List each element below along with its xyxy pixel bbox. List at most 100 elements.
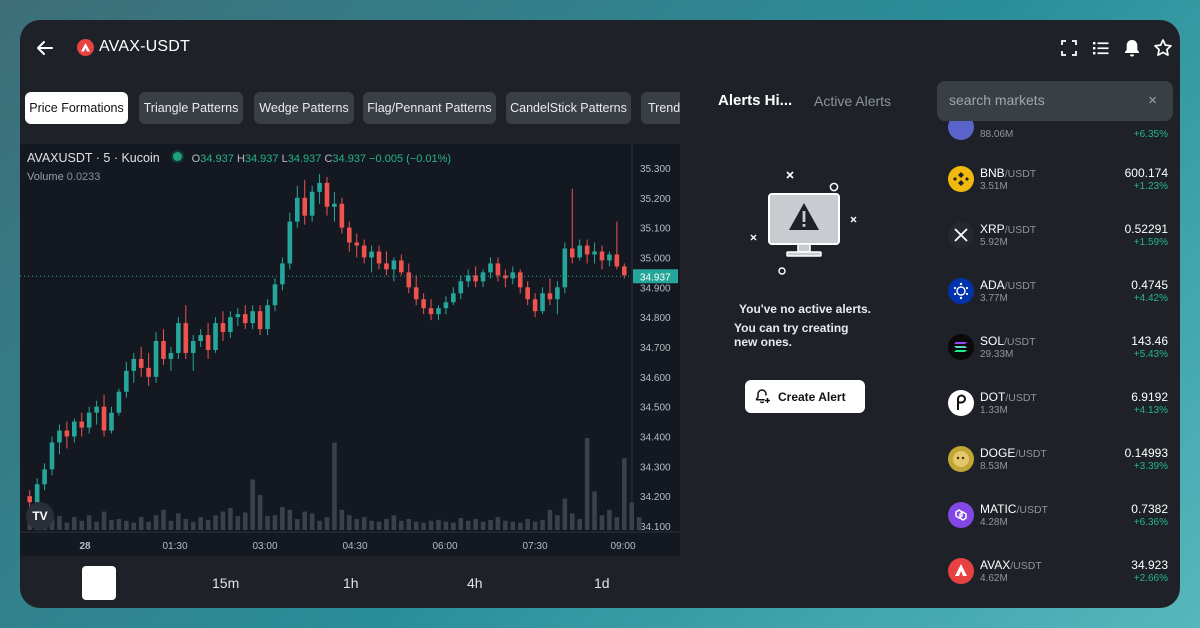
volume-bar [406, 518, 412, 530]
market-price: 0.4745 [1131, 278, 1168, 292]
tab-trendlines[interactable]: Trendl [641, 92, 680, 124]
candle-body [309, 191, 315, 216]
volume-bar [302, 511, 308, 530]
timeframe-1d[interactable]: 1d [594, 575, 610, 591]
candle-body [547, 293, 553, 300]
market-name: DOGE/USDT [980, 446, 1047, 460]
x-tick-label: 06:00 [432, 541, 457, 552]
market-change: +4.42% [1133, 293, 1168, 304]
volume-bar [428, 520, 434, 530]
fullscreen-icon[interactable] [1058, 37, 1080, 59]
search-input[interactable] [947, 91, 1131, 109]
price-chart[interactable]: 35.300 35.200 35.100 35.000 34.900 34.800 34.7… [20, 144, 680, 556]
timeframe-4h[interactable]: 4h [467, 575, 483, 591]
volume-bar [324, 517, 330, 530]
volume-bar [621, 458, 627, 530]
list-icon[interactable] [1090, 37, 1112, 59]
volume-bar [577, 518, 582, 530]
market-price: 143.46 [1131, 334, 1168, 348]
volume-bar [287, 509, 293, 530]
candle-body [391, 260, 397, 270]
timeframe-1h[interactable]: 1h [343, 575, 359, 591]
ada-icon [948, 278, 974, 304]
market-row[interactable]: XRP/USDT 5.92M 0.52291 +1.59% [938, 222, 1168, 278]
candle-body [480, 272, 486, 282]
market-row[interactable]: 88.06M +6.35% [938, 120, 1168, 170]
star-icon[interactable] [1152, 37, 1174, 59]
candle-body [577, 245, 582, 258]
market-row[interactable]: DOGE/USDT 8.53M 0.14993 +3.39% [938, 446, 1168, 502]
candle-body [562, 248, 568, 288]
create-alert-button[interactable]: Create Alert [745, 380, 865, 413]
market-row[interactable]: SOL/USDT 29.33M 143.46 +5.43% [938, 334, 1168, 390]
clear-search-icon[interactable]: × [1148, 92, 1157, 109]
empty-alerts-message: You've no active alerts. You can try cre… [734, 302, 904, 349]
volume-bar [317, 520, 322, 530]
tab-alerts-history[interactable]: Alerts Hi... [718, 92, 792, 109]
market-row[interactable]: DOT/USDT 1.33M 6.9192 +4.13% [938, 390, 1168, 446]
candle-body [49, 442, 55, 470]
market-row[interactable]: ADA/USDT 3.77M 0.4745 +4.42% [938, 278, 1168, 334]
candle-body [473, 275, 478, 282]
tab-price-formations[interactable]: Price Formations [25, 92, 128, 124]
volume-bar [562, 498, 568, 530]
candle-body [79, 421, 85, 428]
candle-body [584, 245, 590, 255]
tab-flag-pennant-patterns[interactable]: Flag/Pennant Patterns [363, 92, 496, 124]
volume-bar [458, 518, 464, 530]
candle-body [101, 406, 107, 431]
volume-bar [532, 521, 538, 530]
candle-body [399, 260, 404, 273]
tab-active-alerts[interactable]: Active Alerts [814, 93, 891, 109]
volume-bar [94, 521, 99, 530]
volume-bar [525, 518, 530, 530]
market-price: 0.7382 [1131, 502, 1168, 516]
bell-icon[interactable] [1121, 37, 1143, 59]
candle-body [569, 248, 575, 258]
candle-body [421, 299, 426, 309]
candle-body [369, 251, 374, 258]
candle-body [161, 341, 166, 359]
candle-body [190, 341, 196, 353]
market-price: 0.52291 [1124, 222, 1168, 236]
market-name: SOL/USDT [980, 334, 1036, 348]
market-change: +4.13% [1133, 405, 1168, 416]
tradingview-logo[interactable]: TV [26, 502, 54, 530]
market-price: 600.174 [1124, 166, 1168, 180]
ohlc-values: O34.937 H34.937 L34.937 C34.937 −0.005 (… [191, 153, 452, 165]
market-change: +2.66% [1133, 573, 1168, 584]
candle-body [458, 281, 464, 294]
chart-canvas[interactable]: 35.300 35.200 35.100 35.000 34.900 34.800 34.7… [20, 144, 680, 556]
candle-body [57, 430, 62, 443]
chart-legend: AVAXUSDT · 5 · Kucoin O34.937 H34.937 L3… [27, 150, 451, 165]
market-name: XRP/USDT [980, 222, 1037, 236]
volume-bar [168, 520, 174, 530]
back-arrow-icon[interactable] [32, 35, 58, 61]
volume-bar [64, 522, 70, 530]
market-row[interactable]: BNB/USDT 3.51M 600.174 +1.23% [938, 166, 1168, 222]
y-tick-label: 34.700 [640, 343, 671, 354]
tab-wedge-patterns[interactable]: Wedge Patterns [254, 92, 354, 124]
volume-bar [629, 502, 635, 530]
timeframe-selected-box[interactable] [82, 566, 116, 600]
market-name: BNB/USDT [980, 166, 1037, 180]
candle-body [280, 263, 285, 285]
volume-bar [190, 521, 196, 530]
markets-list: 88.06M +6.35% BNB/USDT 3.51M 600.174 +1.23% XR… [938, 120, 1178, 608]
chart-symbol[interactable]: AVAXUSDT · 5 · Kucoin [27, 151, 160, 165]
tab-candlestick-patterns[interactable]: CandelStick Patterns [506, 92, 631, 124]
volume-bar [198, 517, 203, 530]
volume-bar [124, 520, 129, 530]
market-volume: 1.33M [980, 405, 1008, 416]
volume-bar [443, 521, 449, 530]
timeframe-15m[interactable]: 15m [212, 575, 239, 591]
volume-bar [176, 513, 181, 530]
market-row[interactable]: AVAX/USDT 4.62M 34.923 +2.66% [938, 558, 1168, 608]
avax-icon [948, 558, 974, 584]
volume-bar [57, 516, 62, 530]
tab-triangle-patterns[interactable]: Triangle Patterns [139, 92, 243, 124]
market-row[interactable]: MATIC/USDT 4.28M 0.7382 +6.36% [938, 502, 1168, 558]
candle-body [317, 182, 322, 192]
candle-body [86, 412, 92, 428]
volume-bar [614, 517, 620, 530]
